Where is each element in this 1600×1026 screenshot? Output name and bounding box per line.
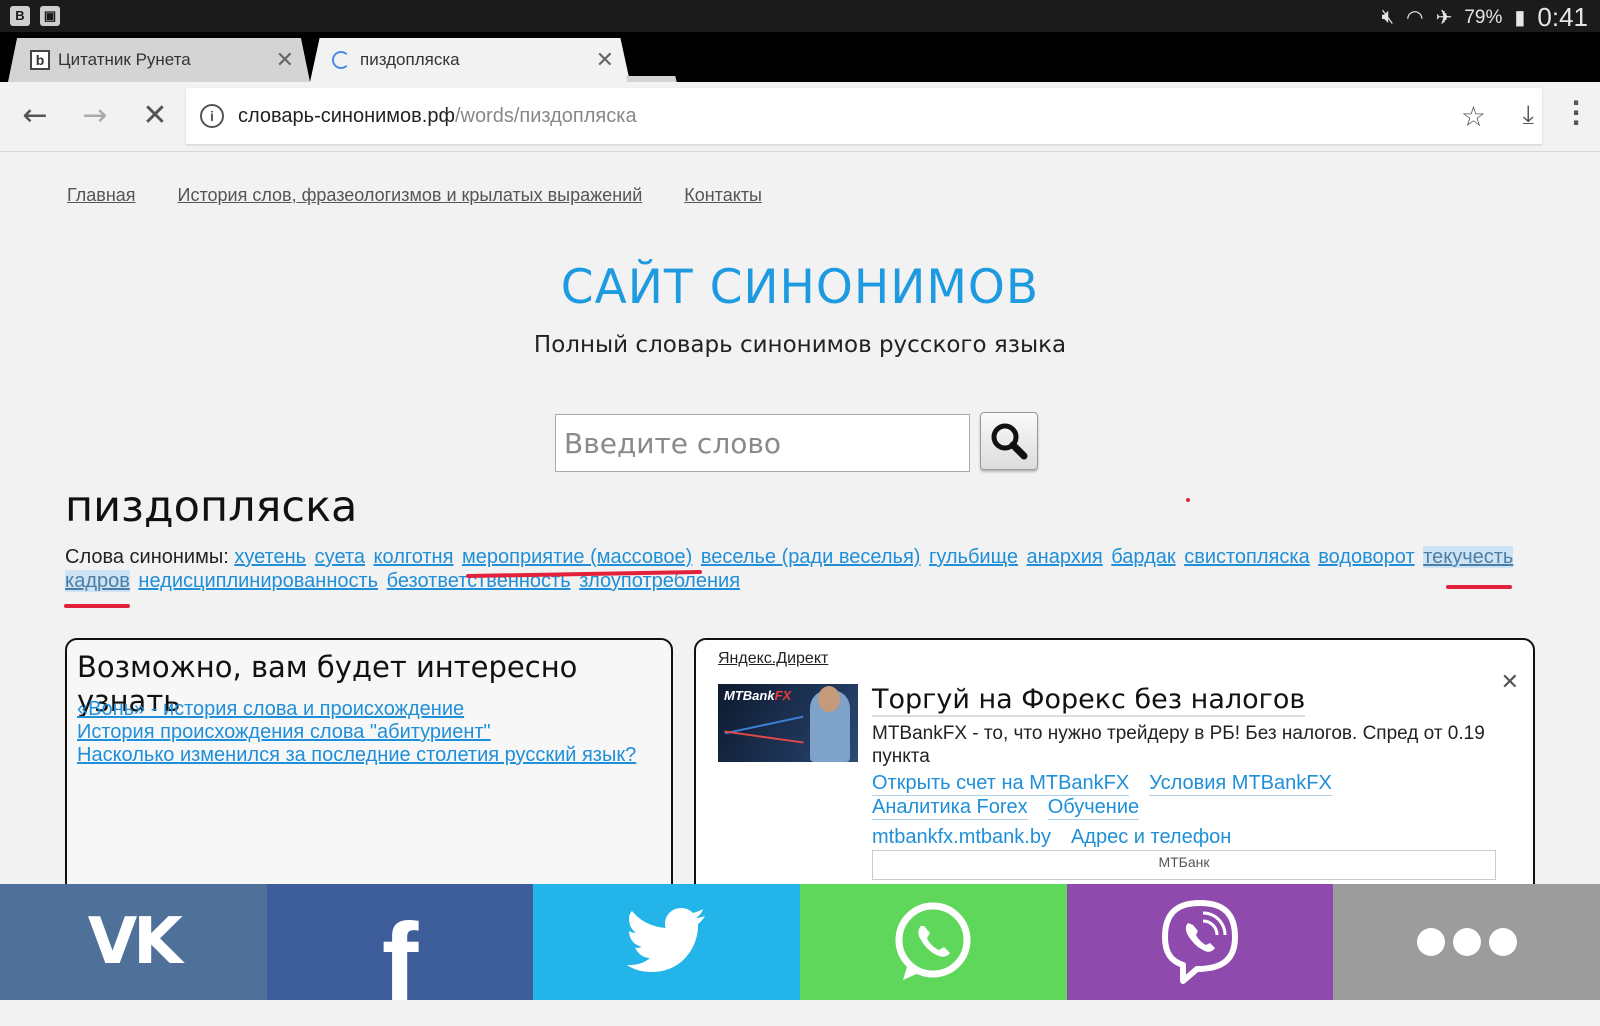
ad-links: Открыть счет на MTBankFX Условия MTBankF… bbox=[872, 772, 1332, 849]
tab-citatnik[interactable]: b Цитатник Рунета ✕ bbox=[8, 38, 310, 82]
vk-icon: VK bbox=[87, 905, 183, 979]
close-icon[interactable]: ✕ bbox=[276, 47, 294, 73]
nav-history-link[interactable]: История слов, фразеологизмов и крылатых … bbox=[178, 185, 643, 206]
ad-description: MTBankFX - то, что нужно трейдеру в РБ! … bbox=[872, 723, 1485, 767]
close-icon[interactable]: ✕ bbox=[1501, 670, 1519, 695]
synonym-link[interactable]: колготня bbox=[374, 546, 454, 568]
tab-strip: b Цитатник Рунета ✕ пиздопляска ✕ bbox=[0, 32, 1600, 104]
ad-link[interactable]: Открыть счет на MTBankFX bbox=[872, 772, 1130, 796]
ad-headline[interactable]: Торгуй на Форекс без налогов bbox=[872, 684, 1306, 717]
share-vk-button[interactable]: VK bbox=[0, 884, 267, 1000]
ad-footer: МТБанк bbox=[872, 850, 1496, 880]
status-bar: B ▣ 🔇︎ ◠ ✈ 79% ▮ 0:41 bbox=[0, 0, 1600, 32]
wifi-icon: ◠ bbox=[1406, 7, 1424, 29]
search-icon bbox=[991, 423, 1028, 460]
annotation-dot bbox=[1186, 498, 1190, 502]
tab-active[interactable]: пиздопляска ✕ bbox=[310, 38, 630, 82]
share-viber-button[interactable] bbox=[1066, 884, 1334, 1000]
interesting-box: Возможно, вам будет интересно узнать «Во… bbox=[65, 638, 673, 898]
synonym-link[interactable]: анархия bbox=[1027, 546, 1103, 568]
ad-domain-link[interactable]: mtbankfx.mtbank.by bbox=[872, 826, 1051, 849]
tab-favicon: b bbox=[30, 50, 50, 70]
synonym-link[interactable]: суета bbox=[315, 546, 365, 568]
battery-percent: 79% bbox=[1464, 6, 1503, 28]
ad-label[interactable]: Яндекс.Директ bbox=[718, 650, 828, 668]
back-arrow-icon[interactable]: ← bbox=[18, 100, 52, 134]
ad-image[interactable]: MTBankFX bbox=[718, 684, 858, 762]
ad-image-chart-line bbox=[724, 730, 804, 744]
close-icon[interactable]: ✕ bbox=[596, 47, 614, 73]
annotation-underline bbox=[1446, 585, 1512, 589]
ad-image-brand: MTBankFX bbox=[724, 688, 791, 703]
whatsapp-icon bbox=[895, 902, 971, 980]
tab-title: Цитатник Рунета bbox=[58, 50, 191, 69]
status-right: 🔇︎ ◠ ✈ 79% ▮ 0:41 bbox=[1382, 2, 1588, 33]
page-content: Главная История слов, фразеологизмов и к… bbox=[0, 152, 1600, 898]
synonym-link[interactable]: мероприятие (массовое) bbox=[462, 546, 692, 568]
synonym-link[interactable]: водоворот bbox=[1318, 546, 1414, 568]
share-facebook-button[interactable]: f bbox=[266, 884, 534, 1024]
site-title[interactable]: САЙТ СИНОНИМОВ bbox=[0, 260, 1600, 315]
article-link[interactable]: Насколько изменился за последние столети… bbox=[77, 744, 636, 767]
synonym-link[interactable]: бардак bbox=[1111, 546, 1175, 568]
download-icon[interactable]: ⤓ bbox=[1523, 100, 1535, 131]
ad-image-brand-b: FX bbox=[774, 688, 792, 703]
synonym-link[interactable]: гульбище bbox=[929, 546, 1018, 568]
star-icon[interactable]: ☆ bbox=[1461, 100, 1486, 133]
synonym-link[interactable]: свистопляска bbox=[1184, 546, 1310, 568]
ad-image-brand-a: MTBank bbox=[724, 688, 775, 703]
article-link[interactable]: «Вонь» - история слова и происхождение bbox=[77, 698, 636, 721]
ad-link[interactable]: Условия MTBankFX bbox=[1149, 772, 1332, 796]
briefcase-icon: ▣ bbox=[40, 6, 60, 26]
ad-contact-link[interactable]: Адрес и телефон bbox=[1071, 826, 1231, 849]
vk-notification-icon: B bbox=[10, 6, 30, 26]
synonyms-label: Слова синонимы: bbox=[65, 546, 229, 568]
viber-icon bbox=[1162, 900, 1239, 984]
twitter-icon bbox=[626, 908, 705, 972]
loading-spinner-icon bbox=[332, 51, 350, 69]
share-whatsapp-button[interactable] bbox=[800, 884, 1067, 1000]
interesting-links: «Вонь» - история слова и происхождение И… bbox=[77, 698, 636, 767]
clock: 0:41 bbox=[1537, 2, 1588, 32]
search-button[interactable] bbox=[980, 412, 1038, 470]
annotation-underline bbox=[64, 604, 130, 608]
url-text[interactable]: словарь-синонимов.рф/words/пиздопляска bbox=[238, 105, 637, 128]
ad-link[interactable]: Аналитика Forex bbox=[872, 796, 1028, 820]
info-icon[interactable]: i bbox=[200, 104, 224, 128]
synonym-link[interactable]: веселье (ради веселья) bbox=[701, 546, 921, 568]
share-twitter-button[interactable] bbox=[533, 884, 801, 1000]
article-link[interactable]: История происхождения слова "абитуриент" bbox=[77, 721, 636, 744]
url-domain: словарь-синонимов.рф bbox=[238, 104, 455, 127]
battery-icon: ▮ bbox=[1514, 7, 1526, 29]
status-left-icons: B ▣ bbox=[10, 6, 60, 26]
word-heading: пиздопляска bbox=[65, 482, 358, 532]
forward-arrow-icon[interactable]: → bbox=[78, 100, 112, 134]
more-dots-icon bbox=[1416, 928, 1517, 956]
nav-contacts-link[interactable]: Контакты bbox=[684, 185, 762, 206]
url-path: /words/пиздопляска bbox=[454, 104, 637, 127]
share-bar: VK f bbox=[0, 884, 1600, 1024]
ad-box: Яндекс.Директ ✕ MTBankFX Торгуй на Форек… bbox=[694, 638, 1535, 898]
site-subtitle: Полный словарь синонимов русского языка bbox=[533, 332, 1067, 358]
airplane-icon: ✈ bbox=[1435, 7, 1453, 29]
synonym-link[interactable]: хуетень bbox=[234, 546, 306, 568]
top-navigation: Главная История слов, фразеологизмов и к… bbox=[67, 185, 762, 206]
synonym-link-highlighted[interactable]: кадров bbox=[65, 570, 130, 592]
ad-link[interactable]: Обучение bbox=[1047, 796, 1140, 820]
search-input[interactable] bbox=[555, 414, 970, 472]
share-more-button[interactable] bbox=[1333, 884, 1600, 1000]
synonym-link-highlighted[interactable]: текучесть bbox=[1423, 546, 1514, 568]
synonyms-list: Слова синонимы: хуетень суета колготня м… bbox=[65, 545, 1545, 593]
facebook-icon: f bbox=[381, 900, 419, 1024]
mute-icon: 🔇︎ bbox=[1381, 6, 1395, 28]
synonym-link[interactable]: недисциплинированность bbox=[138, 570, 378, 592]
browser-toolbar: ← → ✕ i словарь-синонимов.рф/words/пиздо… bbox=[0, 82, 1600, 152]
nav-home-link[interactable]: Главная bbox=[67, 185, 136, 206]
menu-dots-icon[interactable]: · · · bbox=[1570, 91, 1582, 135]
ad-image-person-head bbox=[818, 686, 840, 712]
tab-title: пиздопляска bbox=[360, 50, 460, 69]
stop-loading-icon[interactable]: ✕ bbox=[138, 100, 172, 134]
address-bar[interactable]: i словарь-синонимов.рф/words/пиздопляска… bbox=[186, 88, 1542, 144]
